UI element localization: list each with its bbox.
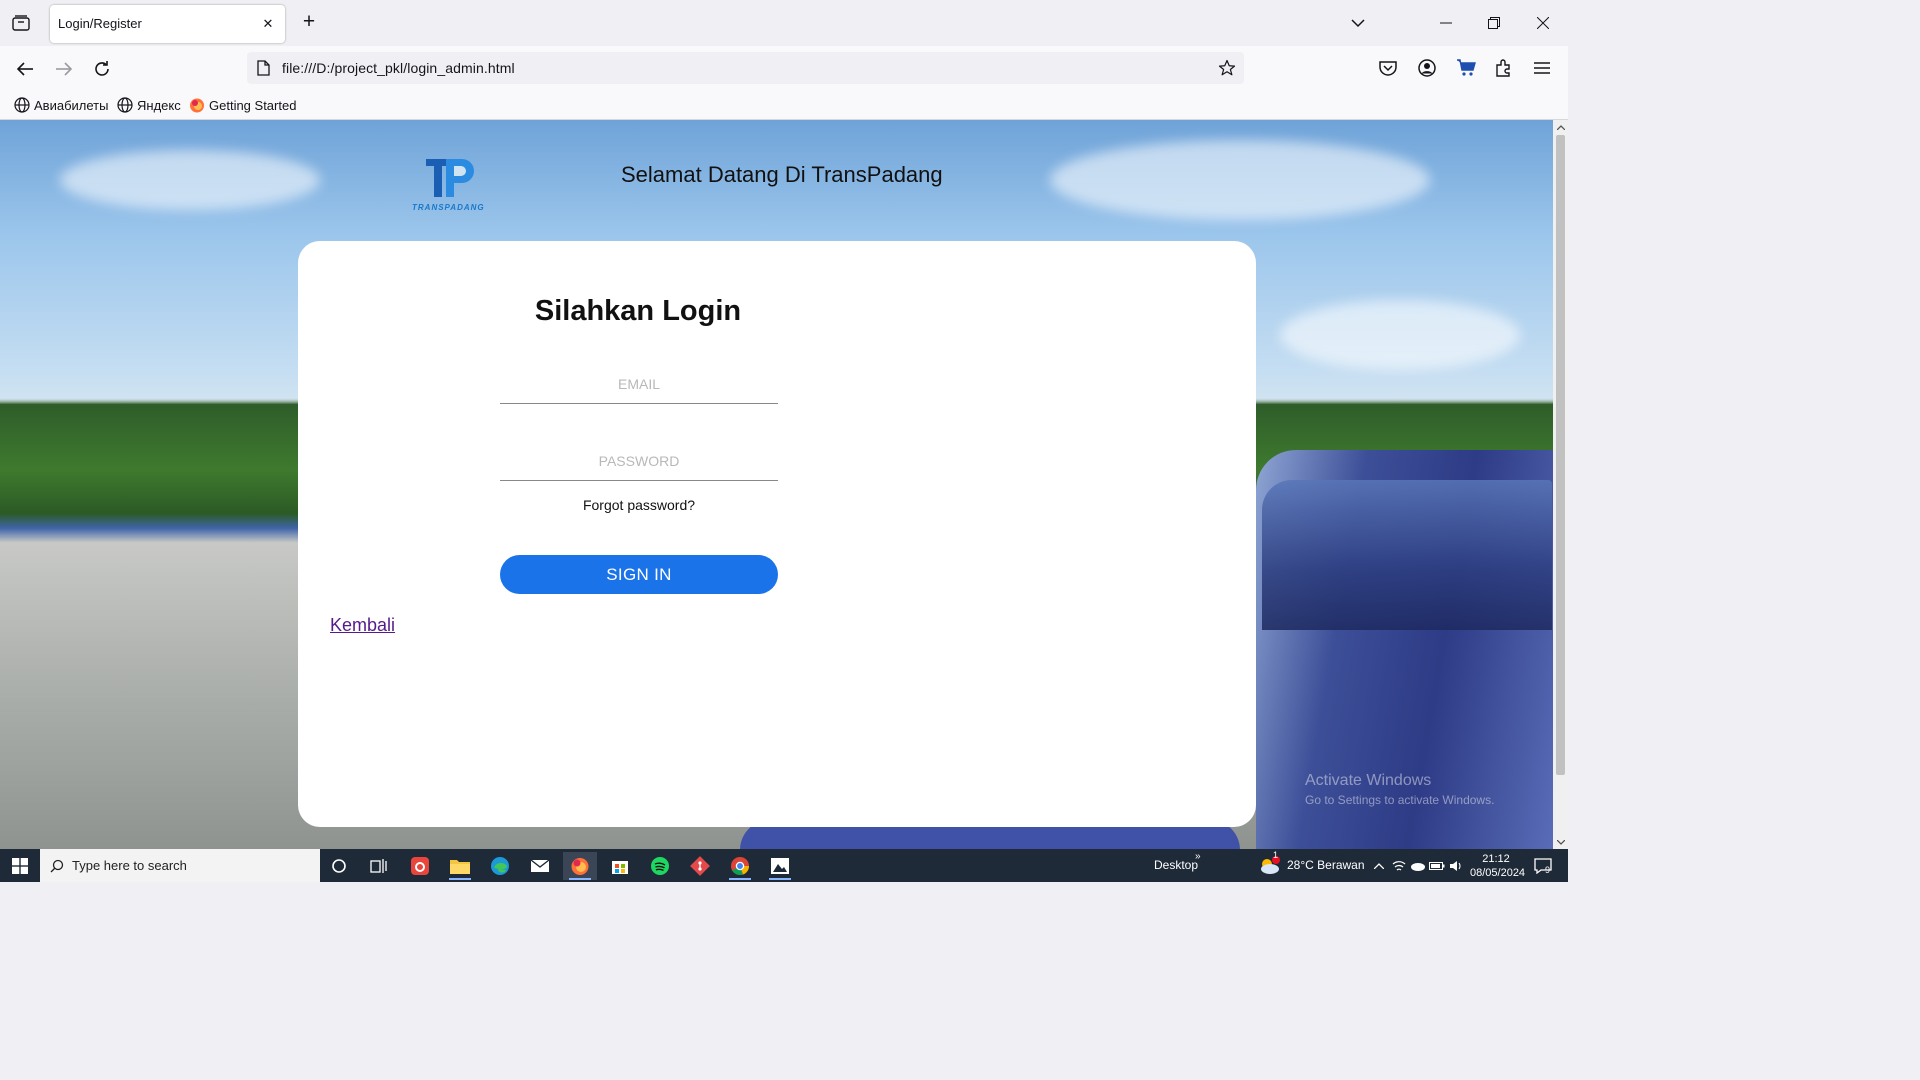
cart-icon[interactable] xyxy=(1453,55,1479,81)
restore-icon[interactable] xyxy=(1481,11,1507,35)
watermark-subtitle: Go to Settings to activate Windows. xyxy=(1305,793,1495,807)
active-indicator xyxy=(729,878,751,880)
background-cloud xyxy=(1050,140,1430,220)
back-icon[interactable] xyxy=(12,56,38,82)
sign-in-button[interactable]: SIGN IN xyxy=(500,555,778,594)
bookmark-label: Getting Started xyxy=(209,97,297,113)
page-icon xyxy=(255,59,271,77)
bookmark-yandex[interactable]: Яндекс xyxy=(117,96,181,114)
active-indicator xyxy=(449,878,471,880)
forward-icon[interactable] xyxy=(51,56,77,82)
volume-icon[interactable] xyxy=(1447,852,1465,880)
battery-icon[interactable] xyxy=(1428,852,1446,880)
account-icon[interactable] xyxy=(1414,55,1440,81)
password-field-wrapper xyxy=(500,441,778,481)
new-tab-icon[interactable]: + xyxy=(298,11,320,34)
weather-icon[interactable] xyxy=(1254,852,1284,880)
page-scrollbar[interactable] xyxy=(1553,120,1568,849)
scroll-thumb[interactable] xyxy=(1556,135,1565,775)
search-placeholder: Type here to search xyxy=(72,858,187,873)
forgot-password-link[interactable]: Forgot password? xyxy=(500,497,778,513)
tab-list-icon[interactable] xyxy=(10,12,32,34)
file-explorer-icon[interactable] xyxy=(443,852,477,880)
system-clock[interactable]: 21:12 08/05/2024 xyxy=(1470,852,1526,880)
weather-badge: 1 xyxy=(1273,850,1279,860)
store-icon[interactable] xyxy=(603,852,637,880)
pocket-icon[interactable] xyxy=(1375,55,1401,81)
menu-icon[interactable] xyxy=(1529,55,1555,81)
extensions-icon[interactable] xyxy=(1491,55,1517,81)
search-icon xyxy=(50,859,64,872)
globe-icon xyxy=(14,97,30,113)
url-text[interactable]: file:///D:/project_pkl/login_admin.html xyxy=(282,60,515,76)
desktop-toolbar-label[interactable]: Desktop xyxy=(1154,858,1198,872)
taskbar-search[interactable]: Type here to search xyxy=(40,849,320,882)
spotify-icon[interactable] xyxy=(643,852,677,880)
close-window-icon[interactable] xyxy=(1530,11,1556,35)
windows-start-icon[interactable] xyxy=(0,849,40,882)
email-field[interactable] xyxy=(500,364,778,403)
chevron-up-icon[interactable] xyxy=(1370,852,1388,880)
close-tab-icon[interactable]: ✕ xyxy=(259,15,277,33)
navigation-bar: file:///D:/project_pkl/login_admin.html xyxy=(0,46,1568,90)
bookmarks-bar: Авиабилеты Яндекс Getting Started xyxy=(0,90,1568,120)
transpadang-logo: TRANSPADANG xyxy=(412,156,484,216)
background-cloud xyxy=(1280,300,1520,370)
firefox-taskbar-icon[interactable] xyxy=(563,852,597,880)
bookmark-label: Авиабилеты xyxy=(34,97,109,113)
chrome-icon[interactable] xyxy=(723,852,757,880)
app-red-icon[interactable] xyxy=(403,852,437,880)
bookmark-getting-started[interactable]: Getting Started xyxy=(189,96,296,114)
back-link[interactable]: Kembali xyxy=(330,615,395,636)
cortana-icon[interactable] xyxy=(322,852,356,880)
reload-icon[interactable] xyxy=(89,56,115,82)
logo-text: TRANSPADANG xyxy=(412,203,485,212)
scroll-down-icon[interactable] xyxy=(1553,835,1568,849)
globe-icon xyxy=(117,97,133,113)
windows-taskbar: Type here to search Desktop » 1 28°C Ber… xyxy=(0,849,1568,882)
wifi-icon[interactable] xyxy=(1390,852,1408,880)
welcome-heading: Selamat Datang Di TransPadang xyxy=(621,162,943,187)
password-field[interactable] xyxy=(500,441,778,480)
login-card: Silahkan Login Forgot password? SIGN IN … xyxy=(298,241,1256,827)
background-bus-windows xyxy=(1262,480,1552,630)
weather-text[interactable]: 28°C Berawan xyxy=(1287,858,1365,872)
clock-time: 21:12 xyxy=(1482,853,1510,865)
active-indicator xyxy=(569,878,591,880)
clock-date: 08/05/2024 xyxy=(1470,867,1526,879)
url-bar[interactable]: file:///D:/project_pkl/login_admin.html xyxy=(247,52,1244,84)
chevron-down-icon[interactable] xyxy=(1348,13,1368,33)
git-icon[interactable] xyxy=(683,852,717,880)
onedrive-icon[interactable] xyxy=(1409,852,1427,880)
tab-bar: Login/Register ✕ + xyxy=(0,0,1568,46)
photos-icon[interactable] xyxy=(763,852,797,880)
edge-icon[interactable] xyxy=(483,852,517,880)
active-tab[interactable]: Login/Register ✕ xyxy=(50,5,285,43)
email-field-wrapper xyxy=(500,364,778,404)
active-indicator xyxy=(769,878,791,880)
minimize-icon[interactable] xyxy=(1433,11,1459,35)
tab-title: Login/Register xyxy=(58,16,142,31)
notifications-icon[interactable] xyxy=(1530,852,1556,880)
activate-windows-watermark: Activate Windows Go to Settings to activ… xyxy=(1305,772,1494,807)
bookmark-star-icon[interactable] xyxy=(1216,57,1238,79)
task-view-icon[interactable] xyxy=(362,852,396,880)
scroll-up-icon[interactable] xyxy=(1553,120,1568,134)
background-cloud xyxy=(60,150,320,210)
notification-count: 9 xyxy=(1545,865,1551,875)
login-title: Silahkan Login xyxy=(534,295,742,327)
bookmark-label: Яндекс xyxy=(137,97,181,113)
firefox-icon xyxy=(190,98,204,113)
mail-icon[interactable] xyxy=(523,852,557,880)
watermark-title: Activate Windows xyxy=(1305,772,1432,789)
bookmark-aviabilety[interactable]: Авиабилеты xyxy=(14,96,108,114)
page-viewport: TRANSPADANG Selamat Datang Di TransPadan… xyxy=(0,120,1553,849)
double-chevron-icon[interactable]: » xyxy=(1195,851,1201,862)
